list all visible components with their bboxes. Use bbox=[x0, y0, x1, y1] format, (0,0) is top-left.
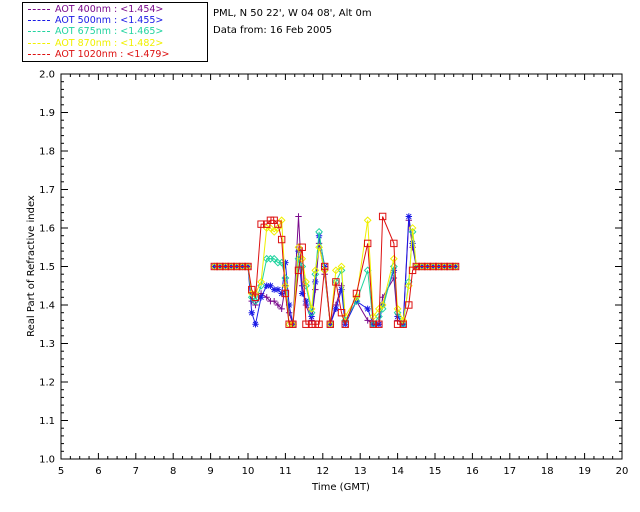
legend-item: AOT 400nm : <1.454> bbox=[23, 4, 207, 15]
legend: AOT 400nm : <1.454> AOT 500nm : <1.455> AO… bbox=[22, 2, 208, 62]
data-point bbox=[278, 290, 285, 297]
data-point bbox=[312, 278, 319, 286]
y-tick-label: 1.0 bbox=[39, 455, 55, 466]
location-text: PML, N 50 22', W 04 08', Alt 0m bbox=[213, 8, 372, 19]
data-point bbox=[252, 321, 259, 328]
date-text: Data from: 16 Feb 2005 bbox=[213, 25, 333, 36]
legend-line-swatch bbox=[28, 20, 50, 22]
legend-label: AOT 675nm : <1.465> bbox=[55, 26, 164, 38]
x-tick-label: 10 bbox=[242, 466, 255, 477]
y-tick-label: 1.7 bbox=[39, 185, 55, 196]
x-tick-label: 14 bbox=[391, 466, 404, 477]
y-tick-label: 1.1 bbox=[39, 416, 55, 427]
x-tick-label: 20 bbox=[616, 466, 629, 477]
legend-line-swatch bbox=[28, 42, 50, 44]
y-tick-label: 1.3 bbox=[39, 339, 55, 350]
legend-label: AOT 500nm : <1.455> bbox=[55, 15, 164, 27]
x-tick-label: 5 bbox=[58, 466, 64, 477]
y-tick-label: 2.0 bbox=[39, 70, 55, 81]
legend-label: AOT 870nm : <1.482> bbox=[55, 37, 164, 49]
x-tick-label: 16 bbox=[466, 466, 479, 477]
legend-item: AOT 870nm : <1.482> bbox=[23, 38, 207, 49]
legend-line-swatch bbox=[28, 31, 50, 33]
data-point bbox=[364, 305, 371, 313]
x-tick-label: 18 bbox=[541, 466, 554, 477]
x-tick-label: 9 bbox=[207, 466, 213, 477]
x-tick-label: 15 bbox=[429, 466, 442, 477]
legend-line-swatch bbox=[28, 53, 50, 55]
data-point bbox=[302, 297, 310, 305]
x-tick-label: 17 bbox=[503, 466, 516, 477]
legend-item: AOT 1020nm : <1.479> bbox=[23, 49, 207, 60]
legend-line-swatch bbox=[28, 9, 50, 10]
legend-item: AOT 500nm : <1.455> bbox=[23, 15, 207, 26]
x-axis-label: Time (GMT) bbox=[311, 482, 370, 493]
legend-item: AOT 675nm : <1.465> bbox=[23, 26, 207, 37]
refractive-index-chart: 5 6 7 8 9 10 11 12 13 14 15 16 17 18 19 20 1.0 1.1 1.2 1.3 1… bbox=[26, 70, 629, 494]
y-tick-label: 1.8 bbox=[39, 147, 55, 158]
x-tick-label: 7 bbox=[133, 466, 139, 477]
legend-label: AOT 1020nm : <1.479> bbox=[55, 48, 170, 60]
y-tick-label: 1.2 bbox=[39, 378, 55, 389]
y-tick-label: 1.4 bbox=[39, 301, 55, 312]
x-tick-label: 8 bbox=[170, 466, 176, 477]
legend-label: AOT 400nm : <1.454> bbox=[55, 4, 164, 15]
x-tick-label: 11 bbox=[279, 466, 292, 477]
y-tick-label: 1.9 bbox=[39, 108, 55, 119]
y-tick-label: 1.6 bbox=[39, 224, 55, 235]
data-point bbox=[405, 213, 413, 220]
x-tick-label: 19 bbox=[578, 466, 591, 477]
y-tick-label: 1.5 bbox=[39, 262, 55, 273]
data-point bbox=[409, 240, 416, 247]
x-tick-label: 6 bbox=[95, 466, 101, 477]
data-point bbox=[248, 309, 255, 316]
x-tick-label: 12 bbox=[316, 466, 329, 477]
x-tick-label: 13 bbox=[354, 466, 367, 477]
y-axis-label: Real Part of Refractive index bbox=[26, 195, 37, 337]
